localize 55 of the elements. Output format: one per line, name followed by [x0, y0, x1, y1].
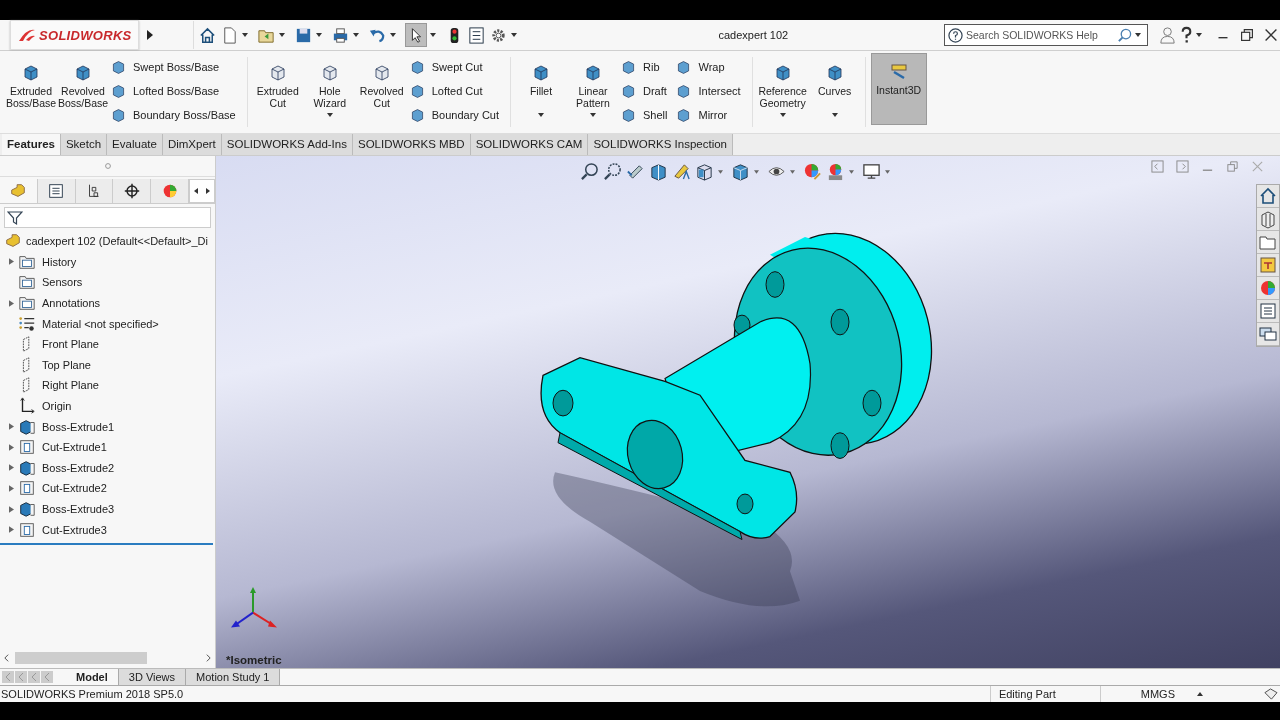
ribbon-button[interactable]: Swept Boss/Base: [110, 57, 242, 77]
command-tab[interactable]: Features: [2, 134, 61, 155]
command-tab[interactable]: DimXpert: [162, 134, 222, 155]
ribbon-button[interactable]: Boundary Cut: [408, 105, 505, 125]
ribbon-button[interactable]: Lofted Cut: [408, 81, 505, 101]
view-name: *Isometric: [226, 654, 282, 666]
tree-item[interactable]: Annotations: [42, 297, 101, 310]
app-logo[interactable]: SOLIDWORKS: [10, 20, 139, 50]
instant3d-button[interactable]: Instant3D: [870, 53, 927, 125]
tree-item[interactable]: Boss-Extrude3: [42, 503, 115, 515]
tree-item[interactable]: Front Plane: [42, 338, 99, 351]
ribbon-button[interactable]: Rib: [620, 57, 674, 77]
ribbon-button[interactable]: Extruded Cut: [252, 55, 303, 121]
ribbon-button[interactable]: Mirror: [675, 105, 747, 125]
command-tab[interactable]: SOLIDWORKS MBD: [352, 134, 471, 155]
ribbon-button[interactable]: Boundary Boss/Base: [110, 105, 242, 125]
graphics-area[interactable]: *Isometric: [216, 156, 1280, 668]
ribbon-button[interactable]: Curves: [809, 55, 860, 121]
model-tab[interactable]: Motion Study 1: [186, 669, 281, 685]
command-tab[interactable]: Sketch: [60, 134, 108, 155]
command-tab[interactable]: SOLIDWORKS Inspection: [588, 134, 733, 155]
tree-item[interactable]: Top Plane: [42, 358, 91, 371]
search-input[interactable]: Search SOLIDWORKS Help: [966, 29, 1114, 41]
tree-item[interactable]: Boss-Extrude2: [42, 461, 115, 474]
ribbon-button[interactable]: Shell: [620, 105, 674, 125]
ribbon-button[interactable]: Wrap: [675, 57, 747, 77]
tree-item[interactable]: Material <not specified>: [42, 317, 159, 330]
command-tab[interactable]: Evaluate: [107, 134, 163, 155]
ribbon-button[interactable]: Revolved Boss/Base: [58, 55, 108, 121]
model-tab[interactable]: 3D Views: [118, 669, 187, 685]
ribbon-button[interactable]: Lofted Boss/Base: [110, 81, 242, 101]
tree-item[interactable]: Boss-Extrude1: [42, 420, 115, 433]
search-bar[interactable]: Search SOLIDWORKS Help: [944, 24, 1148, 46]
tree-item[interactable]: Cut-Extrude3: [42, 523, 107, 536]
ribbon-button[interactable]: Linear Pattern: [568, 55, 618, 121]
ribbon-button[interactable]: Extruded Boss/Base: [6, 55, 56, 121]
tree-item[interactable]: History: [42, 255, 77, 268]
tree-item[interactable]: Cut-Extrude1: [42, 441, 107, 454]
ribbon-button[interactable]: Intersect: [675, 81, 747, 101]
tree-item[interactable]: Cut-Extrude2: [42, 482, 107, 495]
tree-item[interactable]: Sensors: [42, 276, 83, 289]
tree-item[interactable]: Origin: [42, 400, 72, 413]
app-name: SOLIDWORKS: [39, 27, 132, 43]
ribbon-button[interactable]: Revolved Cut: [356, 55, 407, 121]
tree-item[interactable]: Right Plane: [42, 379, 99, 392]
ribbon-button[interactable]: Hole Wizard: [304, 55, 355, 121]
command-tab[interactable]: SOLIDWORKS CAM: [470, 134, 589, 155]
ribbon-button[interactable]: Fillet: [516, 55, 566, 121]
tree-item[interactable]: cadexpert 102 (Default<<Default>_Di: [26, 235, 208, 248]
ribbon-button[interactable]: Swept Cut: [408, 57, 505, 77]
ribbon-button[interactable]: Draft: [620, 81, 674, 101]
product-version: SOLIDWORKS Premium 2018 SP5.0: [0, 688, 184, 700]
document-title: cadexpert 102: [717, 29, 789, 41]
ribbon-button[interactable]: Reference Geometry: [757, 55, 808, 121]
command-tab[interactable]: SOLIDWORKS Add-Ins: [221, 134, 353, 155]
